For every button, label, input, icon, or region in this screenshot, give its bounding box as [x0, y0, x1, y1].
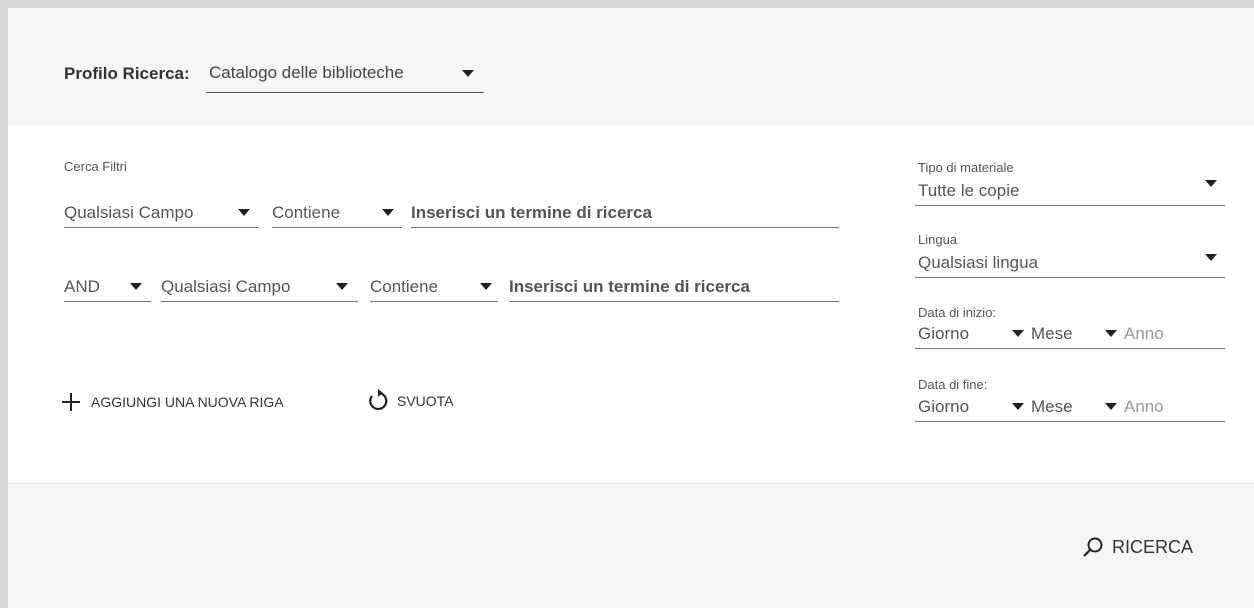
reset-icon — [369, 389, 388, 411]
row2-boolean-value: AND — [64, 277, 100, 296]
caret-down-icon — [462, 70, 474, 77]
start-date-label: Data di inizio: — [918, 305, 997, 320]
caret-down-icon — [1105, 403, 1117, 410]
material-value: Tutte le copie — [918, 181, 1020, 200]
row2-boolean-select[interactable]: AND — [64, 273, 151, 302]
profile-select-value: Catalogo delle biblioteche — [209, 63, 404, 82]
caret-down-icon — [480, 283, 492, 290]
start-year-input[interactable]: Anno — [1124, 324, 1164, 344]
search-label: RICERCA — [1112, 536, 1194, 557]
row2-term-placeholder: Inserisci un termine di ricerca — [509, 277, 750, 296]
start-date-group: Giorno Mese Anno — [915, 320, 1225, 349]
clear-button[interactable]: SVUOTA — [365, 389, 454, 413]
end-date-label: Data di fine: — [918, 377, 988, 392]
row2-operator-select[interactable]: Contiene — [370, 273, 498, 302]
start-day-select[interactable]: Giorno — [918, 324, 969, 344]
end-year-input[interactable]: Anno — [1124, 397, 1164, 417]
caret-down-icon — [382, 209, 394, 216]
row1-term-placeholder: Inserisci un termine di ricerca — [411, 203, 652, 222]
caret-down-icon — [1012, 330, 1024, 337]
row1-field-select[interactable]: Qualsiasi Campo — [64, 199, 259, 228]
clear-label: SVUOTA — [397, 393, 454, 409]
row2-operator-value: Contiene — [370, 277, 439, 296]
material-label: Tipo di materiale — [918, 160, 1014, 175]
row1-field-value: Qualsiasi Campo — [64, 203, 194, 222]
row1-operator-select[interactable]: Contiene — [272, 199, 402, 228]
search-form: Cerca Filtri Qualsiasi Campo Contiene In… — [8, 125, 1254, 484]
caret-down-icon — [1205, 254, 1217, 261]
start-month-select[interactable]: Mese — [1031, 324, 1073, 344]
profile-label: Profilo Ricerca: — [64, 64, 190, 83]
language-label: Lingua — [918, 232, 958, 247]
search-icon — [1083, 537, 1103, 557]
row2-field-select[interactable]: Qualsiasi Campo — [161, 273, 358, 302]
profile-select[interactable]: Catalogo delle biblioteche — [206, 56, 484, 93]
language-select[interactable]: Qualsiasi lingua — [915, 249, 1225, 278]
end-date-group: Giorno Mese Anno — [915, 393, 1225, 422]
caret-down-icon — [130, 283, 142, 290]
row1-operator-value: Contiene — [272, 203, 341, 222]
caret-down-icon — [1105, 330, 1117, 337]
add-row-label: AGGIUNGI UNA NUOVA RIGA — [91, 394, 284, 410]
row2-field-value: Qualsiasi Campo — [161, 277, 291, 296]
filters-title: Cerca Filtri — [64, 159, 127, 174]
caret-down-icon — [238, 209, 250, 216]
caret-down-icon — [336, 283, 348, 290]
end-month-select[interactable]: Mese — [1031, 397, 1073, 417]
material-select[interactable]: Tutte le copie — [915, 177, 1225, 206]
caret-down-icon — [1205, 180, 1217, 187]
end-day-select[interactable]: Giorno — [918, 397, 969, 417]
add-row-button[interactable]: AGGIUNGI UNA NUOVA RIGA — [60, 391, 284, 413]
row2-term-input[interactable]: Inserisci un termine di ricerca — [509, 273, 839, 302]
profile-bar: Profilo Ricerca: Catalogo delle bibliote… — [8, 8, 1254, 126]
caret-down-icon — [1012, 403, 1024, 410]
search-button[interactable]: RICERCA — [1082, 536, 1193, 558]
language-value: Qualsiasi lingua — [918, 253, 1039, 272]
plus-icon — [62, 393, 80, 411]
search-footer: RICERCA — [8, 484, 1254, 608]
row1-term-input[interactable]: Inserisci un termine di ricerca — [411, 199, 839, 228]
